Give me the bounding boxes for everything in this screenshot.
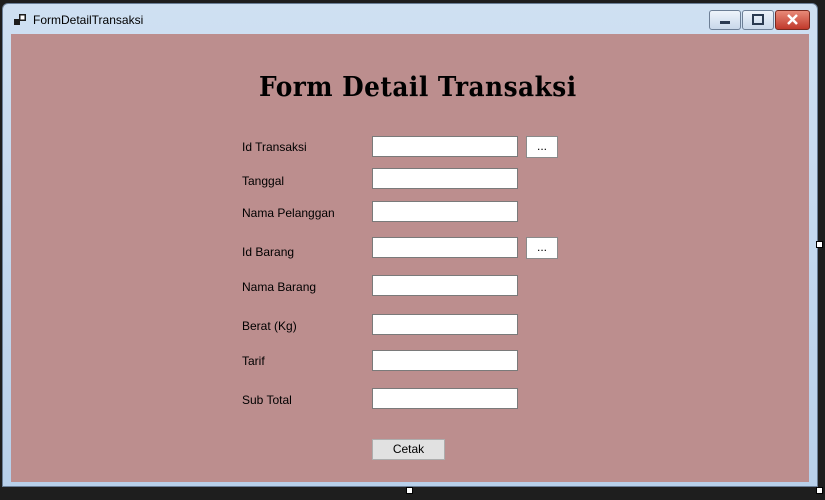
form-heading: Form Detail Transaksi <box>259 72 577 103</box>
label-berat: Berat (Kg) <box>242 319 297 333</box>
maximize-icon <box>752 14 764 25</box>
label-tanggal: Tanggal <box>242 174 285 188</box>
id-transaksi-input[interactable] <box>372 136 518 157</box>
label-nama-barang: Nama Barang <box>242 280 317 294</box>
cetak-button[interactable]: Cetak <box>372 439 445 460</box>
close-icon <box>787 14 798 25</box>
label-tarif: Tarif <box>242 354 265 368</box>
title-bar[interactable]: FormDetailTransaksi <box>3 4 817 34</box>
nama-barang-input[interactable] <box>372 275 518 296</box>
resize-handle-right[interactable] <box>816 241 823 248</box>
close-button[interactable] <box>775 10 810 30</box>
app-icon <box>14 14 26 25</box>
sub-total-input[interactable] <box>372 388 518 409</box>
label-id-barang: Id Barang <box>242 245 295 259</box>
maximize-button[interactable] <box>742 10 774 30</box>
label-nama-pelanggan: Nama Pelanggan <box>242 206 335 220</box>
label-id-transaksi: Id Transaksi <box>242 140 307 154</box>
tanggal-input[interactable] <box>372 168 518 189</box>
form-window: FormDetailTransaksi Form Detail Transaks… <box>2 3 818 487</box>
resize-handle-corner[interactable] <box>816 487 823 494</box>
berat-input[interactable] <box>372 314 518 335</box>
browse-barang-button[interactable]: ... <box>526 237 558 259</box>
tarif-input[interactable] <box>372 350 518 371</box>
window-title: FormDetailTransaksi <box>33 13 144 27</box>
nama-pelanggan-input[interactable] <box>372 201 518 222</box>
id-barang-input[interactable] <box>372 237 518 258</box>
minimize-icon <box>720 21 730 24</box>
label-sub-total: Sub Total <box>242 393 292 407</box>
browse-transaksi-button[interactable]: ... <box>526 136 558 158</box>
form-client-area: Form Detail Transaksi Id Transaksi ... T… <box>11 34 809 482</box>
minimize-button[interactable] <box>709 10 741 30</box>
resize-handle-bottom[interactable] <box>406 487 413 494</box>
